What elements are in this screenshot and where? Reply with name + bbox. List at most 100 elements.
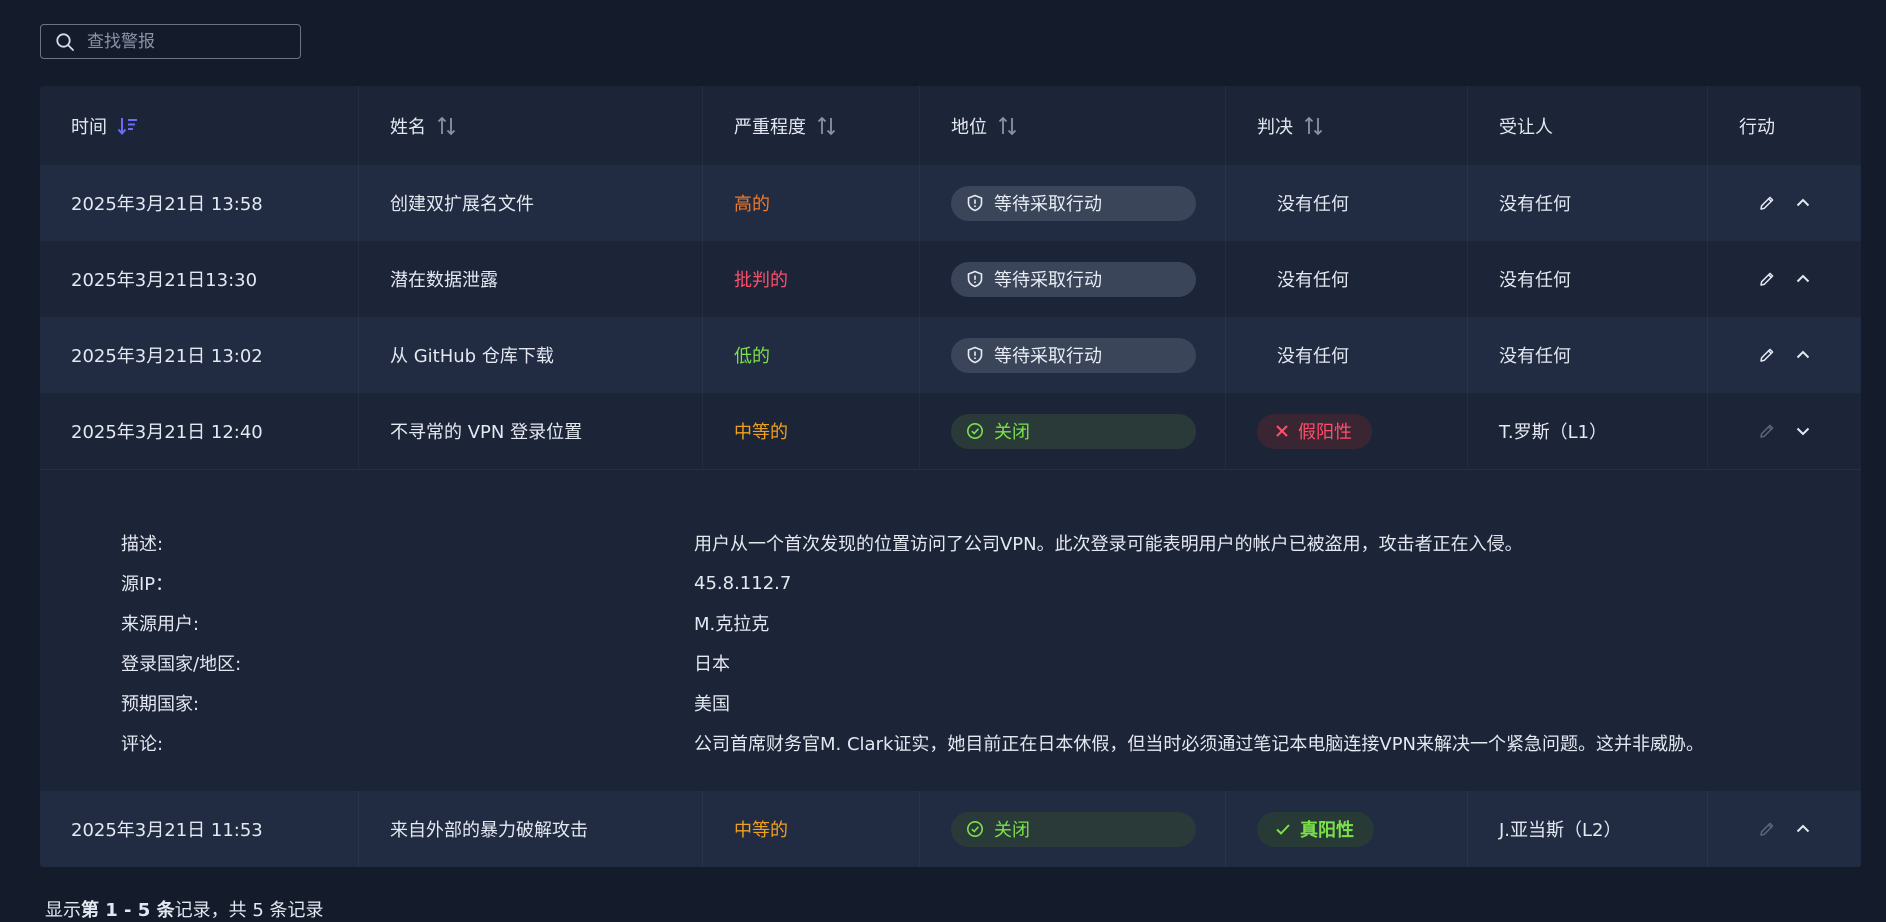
detail-row: 评论: 公司首席财务官M. Clark证实，她目前正在日本休假，但当时必须通过笔…: [40, 728, 1861, 758]
cell-name: 从 GitHub 仓库下载: [359, 317, 703, 393]
cell-verdict: 没有任何: [1226, 165, 1468, 241]
column-header-time[interactable]: 时间: [40, 86, 359, 165]
shield-icon: [967, 270, 983, 288]
search-input[interactable]: [87, 31, 277, 52]
cell-severity: 高的: [703, 165, 920, 241]
status-label: 等待采取行动: [994, 270, 1102, 291]
x-icon: [1276, 425, 1288, 437]
column-header-name[interactable]: 姓名: [359, 86, 703, 165]
sort-desc-icon[interactable]: [117, 115, 139, 137]
column-header-assignee: 受让人: [1468, 86, 1708, 165]
header-verdict-label: 判决: [1257, 116, 1293, 138]
cell-assignee: 没有任何: [1468, 165, 1708, 241]
status-badge: 等待采取行动: [951, 337, 1196, 373]
check-circle-icon: [967, 423, 983, 439]
alert-details-panel: 描述: 用户从一个首次发现的位置访问了公司VPN。此次登录可能表明用户的帐户已被…: [40, 470, 1861, 791]
edit-icon[interactable]: [1756, 420, 1778, 442]
table-row[interactable]: 2025年3月21日13:30 潜在数据泄露 批判的 等待采取行动 没有任何 没…: [40, 241, 1861, 317]
severity-label: 高的: [734, 194, 770, 215]
verdict-label: 没有任何: [1277, 346, 1349, 367]
chevron-up-icon[interactable]: [1792, 192, 1814, 214]
chevron-down-icon[interactable]: [1792, 420, 1814, 442]
verdict-badge: 假阳性: [1257, 413, 1372, 449]
cell-status: 等待采取行动: [920, 165, 1226, 241]
footer-prefix: 显示: [45, 900, 81, 921]
header-severity-label: 严重程度: [734, 116, 806, 138]
detail-value: M.克拉克: [694, 614, 770, 635]
footer-suffix: 记录，共 5 条记录: [174, 900, 324, 921]
status-badge: 关闭: [951, 811, 1196, 847]
chevron-up-icon[interactable]: [1792, 344, 1814, 366]
header-status-label: 地位: [951, 116, 987, 138]
search-icon: [56, 32, 74, 51]
cell-actions: [1708, 393, 1861, 469]
detail-row: 登录国家/地区: 日本: [40, 648, 1861, 678]
table-row[interactable]: 2025年3月21日 13:02 从 GitHub 仓库下载 低的 等待采取行动…: [40, 317, 1861, 393]
cell-status: 等待采取行动: [920, 317, 1226, 393]
cell-verdict: 没有任何: [1226, 241, 1468, 317]
detail-value: 日本: [694, 654, 730, 675]
cell-assignee: J.亚当斯（L2）: [1468, 791, 1708, 867]
cell-verdict: 没有任何: [1226, 317, 1468, 393]
detail-label: 来源用户:: [121, 614, 200, 635]
cell-name: 不寻常的 VPN 登录位置: [359, 393, 703, 469]
column-header-action: 行动: [1708, 86, 1861, 165]
verdict-badge: 真阳性: [1257, 811, 1374, 847]
edit-icon[interactable]: [1756, 344, 1778, 366]
table-row[interactable]: 2025年3月21日 12:40 不寻常的 VPN 登录位置 中等的 关闭 假阳…: [40, 393, 1861, 470]
status-label: 关闭: [994, 422, 1030, 443]
status-badge: 等待采取行动: [951, 185, 1196, 221]
cell-time: 2025年3月21日 12:40: [40, 393, 359, 469]
cell-actions: [1708, 241, 1861, 317]
cell-name: 来自外部的暴力破解攻击: [359, 791, 703, 867]
verdict-label: 没有任何: [1277, 194, 1349, 215]
sort-icon[interactable]: [997, 115, 1019, 137]
cell-time: 2025年3月21日 13:58: [40, 165, 359, 241]
chevron-up-icon[interactable]: [1792, 268, 1814, 290]
table-row[interactable]: 2025年3月21日 11:53 来自外部的暴力破解攻击 中等的 关闭 真阳性 …: [40, 791, 1861, 867]
chevron-up-icon[interactable]: [1792, 818, 1814, 840]
cell-severity: 低的: [703, 317, 920, 393]
detail-row: 来源用户: M.克拉克: [40, 608, 1861, 638]
sort-icon[interactable]: [816, 115, 838, 137]
cell-actions: [1708, 317, 1861, 393]
verdict-label: 真阳性: [1300, 820, 1354, 841]
status-badge: 等待采取行动: [951, 261, 1196, 297]
sort-icon[interactable]: [436, 115, 458, 137]
detail-row: 预期国家: 美国: [40, 688, 1861, 718]
cell-time: 2025年3月21日 11:53: [40, 791, 359, 867]
cell-actions: [1708, 791, 1861, 867]
search-box[interactable]: [40, 24, 301, 59]
cell-severity: 中等的: [703, 791, 920, 867]
check-icon: [1276, 824, 1290, 835]
column-header-verdict[interactable]: 判决: [1226, 86, 1468, 165]
detail-value: 用户从一个首次发现的位置访问了公司VPN。此次登录可能表明用户的帐户已被盗用，攻…: [694, 534, 1523, 555]
edit-icon[interactable]: [1756, 268, 1778, 290]
status-badge: 关闭: [951, 413, 1196, 449]
severity-label: 低的: [734, 346, 770, 367]
cell-assignee: T.罗斯（L1）: [1468, 393, 1708, 469]
column-header-severity[interactable]: 严重程度: [703, 86, 920, 165]
verdict-label: 假阳性: [1298, 422, 1352, 443]
edit-icon[interactable]: [1756, 818, 1778, 840]
edit-icon[interactable]: [1756, 192, 1778, 214]
table-row[interactable]: 2025年3月21日 13:58 创建双扩展名文件 高的 等待采取行动 没有任何…: [40, 165, 1861, 241]
column-header-status[interactable]: 地位: [920, 86, 1226, 165]
cell-time: 2025年3月21日13:30: [40, 241, 359, 317]
shield-icon: [967, 346, 983, 364]
cell-assignee: 没有任何: [1468, 317, 1708, 393]
sort-icon[interactable]: [1303, 115, 1325, 137]
cell-severity: 批判的: [703, 241, 920, 317]
table-header: 时间 姓名 严重程度 地位 判决 受让人 行动: [40, 86, 1861, 165]
detail-label: 源IP：: [121, 574, 174, 595]
alerts-table: 时间 姓名 严重程度 地位 判决 受让人 行动 2025年3月21日 13:58…: [40, 86, 1861, 867]
header-time-label: 时间: [71, 116, 107, 138]
cell-status: 等待采取行动: [920, 241, 1226, 317]
status-label: 等待采取行动: [994, 194, 1102, 215]
detail-row: 源IP： 45.8.112.7: [40, 568, 1861, 598]
cell-verdict: 假阳性: [1226, 393, 1468, 469]
status-label: 等待采取行动: [994, 346, 1102, 367]
status-label: 关闭: [994, 820, 1030, 841]
header-action-label: 行动: [1739, 116, 1775, 138]
cell-actions: [1708, 165, 1861, 241]
